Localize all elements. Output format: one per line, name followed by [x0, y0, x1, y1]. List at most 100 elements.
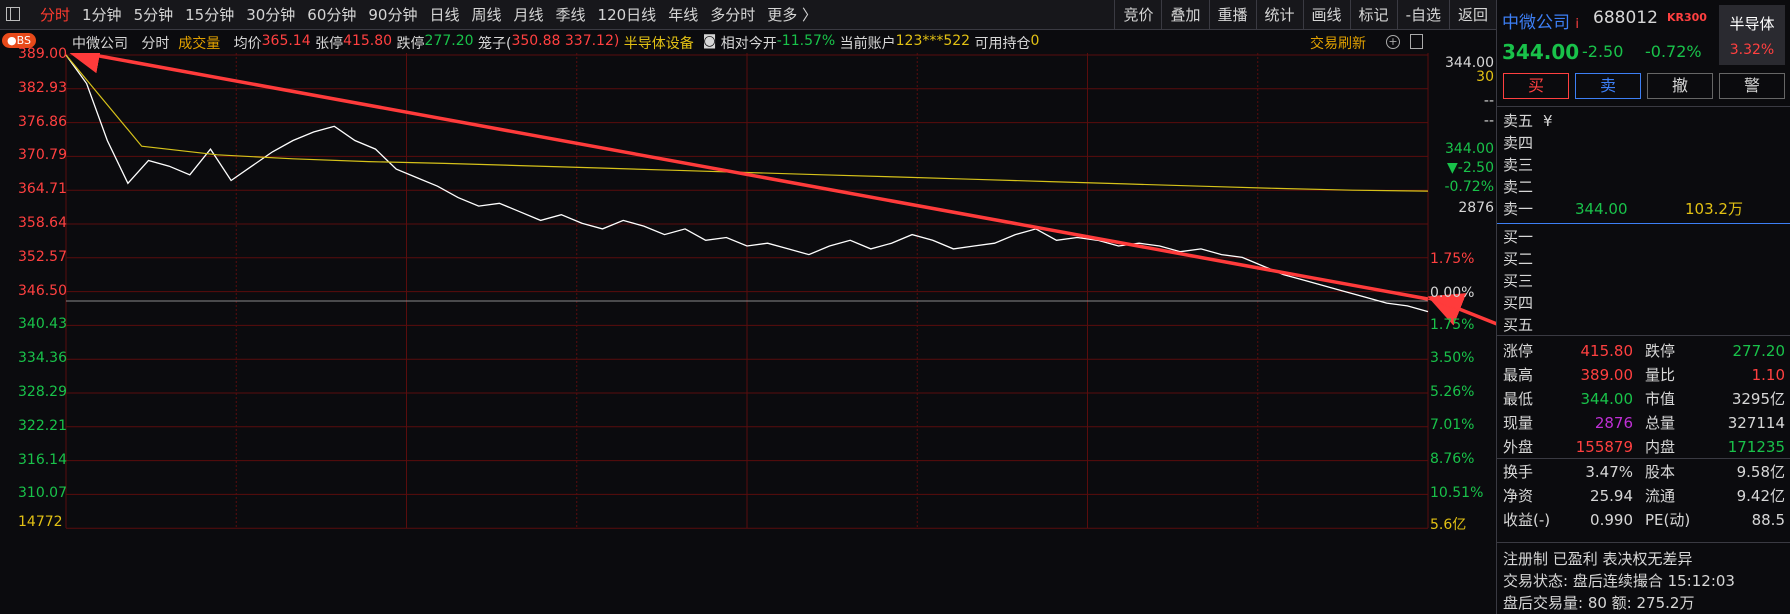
- period-tab[interactable]: 60分钟: [301, 0, 362, 30]
- sector-box[interactable]: 半导体 3.32%: [1719, 5, 1785, 65]
- period-tab[interactable]: 日线: [423, 0, 465, 30]
- volume-axis-right-label: 5.6亿: [1430, 517, 1467, 533]
- stat-row: 净资 25.94 流通 9.42亿: [1503, 486, 1785, 507]
- pct-axis-label: 3.50%: [1430, 350, 1475, 366]
- quote-stock-name-text: 中微公司: [1502, 13, 1570, 33]
- alert-button[interactable]: 警: [1719, 73, 1785, 99]
- bid-row[interactable]: 买一: [1503, 226, 1785, 248]
- stat-value: 9.58亿: [1736, 463, 1785, 481]
- period-tab[interactable]: 5分钟: [128, 0, 180, 30]
- period-tab[interactable]: 15分钟: [179, 0, 240, 30]
- sector-name: 半导体: [1729, 15, 1775, 33]
- period-tab[interactable]: 周线: [466, 0, 508, 30]
- info-limit-down-label: 跌停: [396, 36, 425, 52]
- price-axis-label: 322.21: [18, 417, 67, 434]
- info-relative-open-value: -11.57%: [776, 33, 836, 49]
- stat-label: 内盘: [1645, 438, 1676, 456]
- period-tab[interactable]: 1分钟: [76, 0, 128, 30]
- stat-value: 2876: [1594, 414, 1633, 432]
- current-price: 344.00: [1502, 40, 1580, 64]
- period-tab[interactable]: 30分钟: [240, 0, 301, 30]
- info-account-label: 当前账户: [839, 36, 896, 52]
- stat-value: 25.94: [1590, 487, 1633, 505]
- chart-canvas[interactable]: [0, 53, 1496, 614]
- info-limit-down-value: 277.20: [424, 33, 474, 49]
- listing-notice: 注册制 已盈利 表决权无差异: [1503, 550, 1693, 568]
- tool-button[interactable]: 重播: [1208, 0, 1256, 30]
- buy-button[interactable]: 买: [1503, 73, 1569, 99]
- stat-value: 171235: [1727, 438, 1785, 456]
- cancel-order-button[interactable]: 撤: [1647, 73, 1713, 99]
- price-axis-label: 364.71: [18, 181, 67, 198]
- layout-icon[interactable]: [1410, 34, 1423, 49]
- quote-stock-name[interactable]: 中微公司 i: [1502, 8, 1579, 33]
- ask-volume: 103.2万: [1685, 200, 1743, 218]
- period-tab[interactable]: 120日线: [592, 0, 663, 30]
- pct-axis-label: 8.76%: [1430, 451, 1475, 467]
- stat-label: 换手: [1503, 463, 1534, 481]
- info-holding-label: 可用持仓: [974, 36, 1031, 52]
- bid-row[interactable]: 买五: [1503, 314, 1785, 336]
- trade-refresh-button[interactable]: 交易刷新: [1310, 33, 1366, 53]
- tool-button[interactable]: 标记: [1349, 0, 1397, 30]
- overlay-dash1: --: [1483, 93, 1494, 109]
- spread-divider: [1497, 223, 1790, 224]
- sell-button[interactable]: 卖: [1575, 73, 1641, 99]
- ask-label: 卖一: [1503, 200, 1534, 218]
- bid-row[interactable]: 买二: [1503, 248, 1785, 270]
- tool-button[interactable]: 画线: [1302, 0, 1350, 30]
- divider: [1497, 458, 1790, 459]
- intraday-chart[interactable]: 389.00 382.93 376.86 370.79 364.71 358.64 352.…: [0, 46, 1496, 614]
- pct-axis-label: 7.01%: [1430, 417, 1475, 433]
- info-volume-label[interactable]: 成交量: [178, 33, 220, 53]
- price-axis-label: 352.57: [18, 248, 67, 265]
- bid-row[interactable]: 买四: [1503, 292, 1785, 314]
- price-change-pct: -0.72%: [1645, 42, 1702, 61]
- stat-label: 涨停: [1503, 342, 1534, 360]
- price-axis-label: 376.86: [18, 113, 67, 130]
- sector-change: 3.32%: [1729, 42, 1775, 58]
- period-tab[interactable]: 更多 〉: [761, 0, 823, 30]
- stat-row: 换手 3.47% 股本 9.58亿: [1503, 462, 1785, 483]
- period-tab[interactable]: 多分时: [704, 0, 761, 30]
- pct-axis-label: 0.00%: [1430, 285, 1475, 301]
- add-icon[interactable]: +: [1386, 35, 1400, 49]
- overlay-vol: 2876: [1458, 200, 1494, 216]
- stat-row: 最低 344.00 市值 3295亿: [1503, 389, 1785, 410]
- tool-button[interactable]: -自选: [1396, 0, 1449, 30]
- info-account-value: 123***522: [895, 33, 971, 49]
- period-tab[interactable]: 分时: [34, 0, 76, 30]
- ask-row[interactable]: 卖四: [1503, 132, 1785, 154]
- stat-row: 最高 389.00 量比 1.10: [1503, 365, 1785, 386]
- bid-label: 买四: [1503, 294, 1534, 312]
- pct-axis-label: 10.51%: [1430, 485, 1484, 501]
- ask-row[interactable]: 卖一 344.00 103.2万: [1503, 198, 1785, 220]
- bid-row[interactable]: 买三: [1503, 270, 1785, 292]
- ask-row[interactable]: 卖五 ¥: [1503, 110, 1785, 132]
- period-tab[interactable]: 季线: [550, 0, 592, 30]
- trade-buttons: 买 卖 撤 警: [1503, 73, 1785, 101]
- divider: [1497, 106, 1790, 107]
- period-tab[interactable]: 90分钟: [362, 0, 423, 30]
- tool-button[interactable]: 统计: [1255, 0, 1303, 30]
- panel-toggle-icon[interactable]: [6, 7, 20, 21]
- price-axis-label: 310.07: [18, 485, 67, 502]
- pct-axis-label: 1.75%: [1430, 251, 1475, 267]
- stat-label: 市值: [1645, 390, 1676, 408]
- stat-label: 股本: [1645, 463, 1676, 481]
- tool-button[interactable]: 叠加: [1161, 0, 1208, 30]
- period-tab[interactable]: 年线: [662, 0, 704, 30]
- quote-panel: 中微公司 i 688012 KR300 半导体 3.32% 344.00 -2.…: [1496, 0, 1790, 614]
- camera-icon[interactable]: ◙: [703, 33, 717, 53]
- ask-row[interactable]: 卖二: [1503, 176, 1785, 198]
- info-sector[interactable]: 半导体设备: [624, 33, 694, 53]
- info-cage-value: 350.88 337.12): [511, 33, 620, 49]
- price-axis-label: 328.29: [18, 384, 67, 400]
- stat-value: 1.10: [1751, 366, 1785, 384]
- ask-row[interactable]: 卖三: [1503, 154, 1785, 176]
- tool-button[interactable]: 竞价: [1114, 0, 1161, 30]
- stat-row: 外盘 155879 内盘 171235: [1503, 437, 1785, 458]
- tool-button[interactable]: 返回: [1448, 0, 1496, 30]
- period-tab[interactable]: 月线: [508, 0, 550, 30]
- info-icon[interactable]: i: [1575, 17, 1579, 32]
